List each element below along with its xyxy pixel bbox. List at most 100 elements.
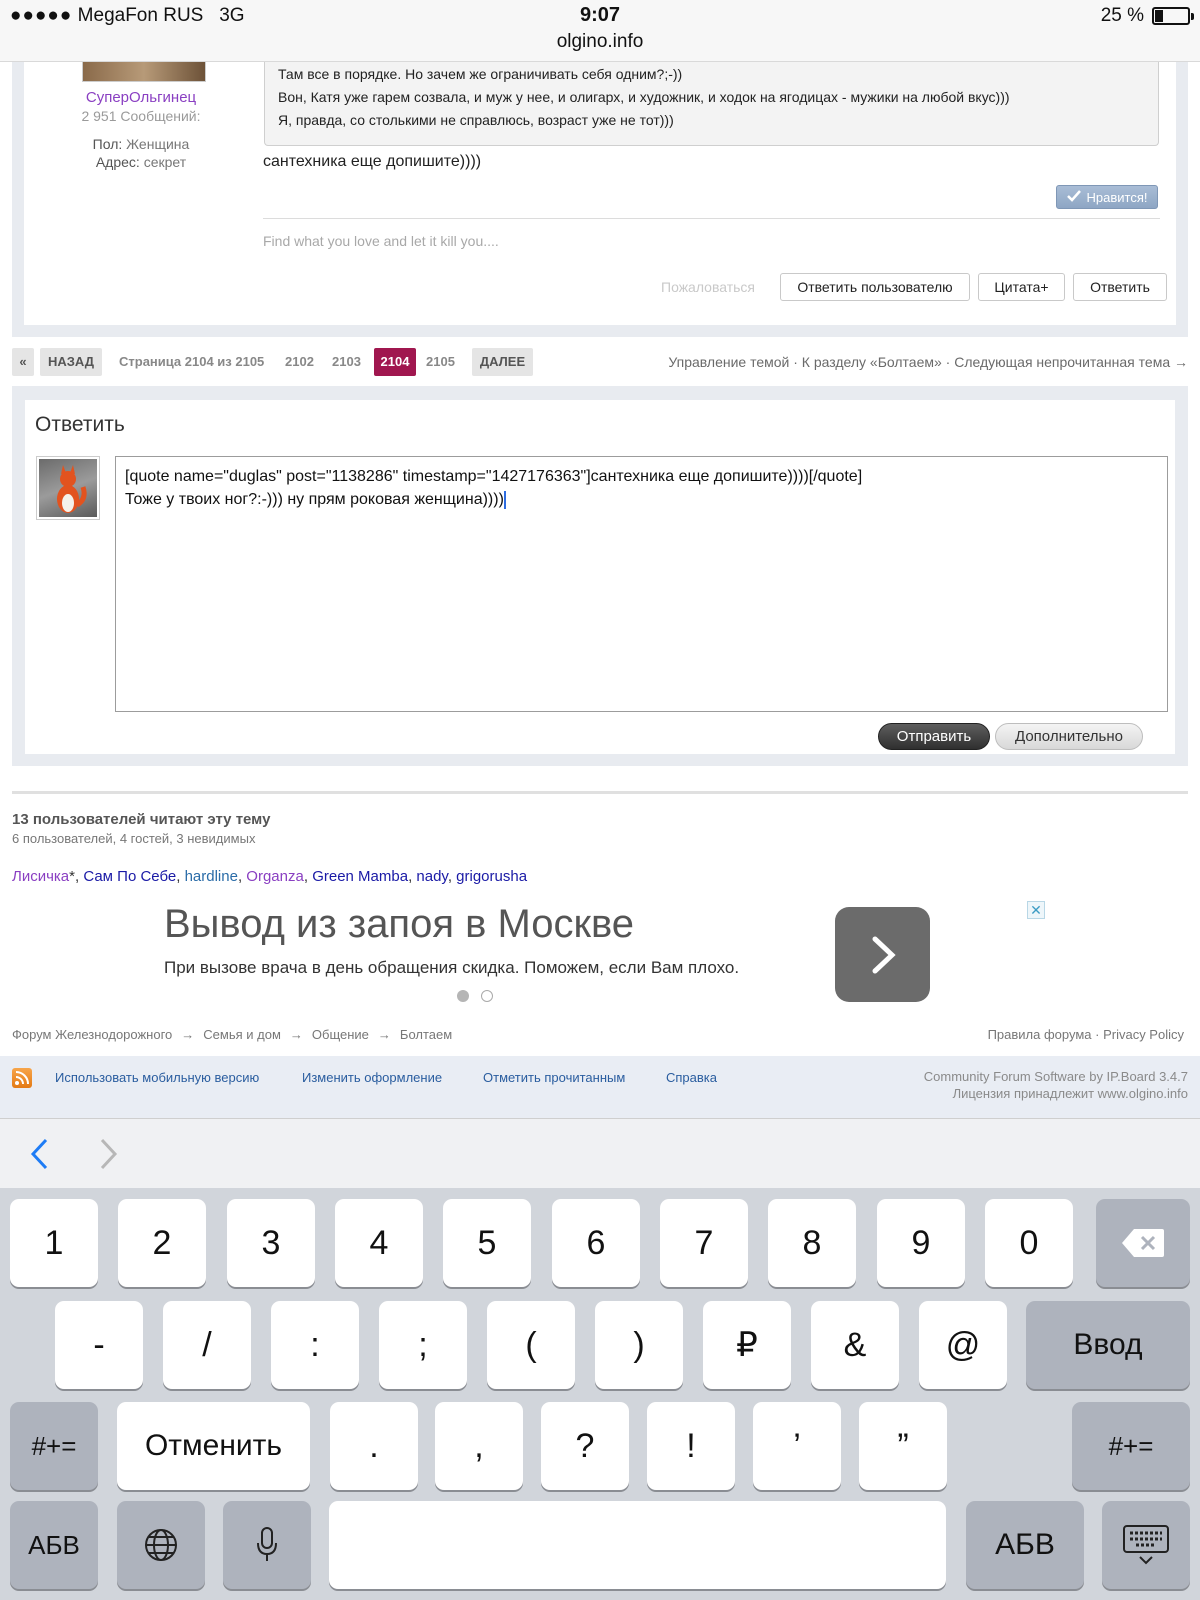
first-page-button[interactable]: « (12, 348, 34, 376)
symbols-key-left[interactable]: #+= (10, 1402, 98, 1490)
key-dash[interactable]: - (55, 1301, 143, 1389)
key-apostrophe[interactable]: ’ (753, 1402, 841, 1490)
current-page: 2104 (374, 348, 416, 376)
breadcrumb-arrow: → (181, 1027, 195, 1042)
report-link[interactable]: Пожаловаться (661, 279, 755, 295)
backspace-key[interactable] (1096, 1199, 1190, 1287)
undo-key[interactable]: Отменить (117, 1402, 310, 1490)
rss-icon[interactable] (12, 1068, 32, 1088)
key-quote[interactable]: ” (859, 1402, 947, 1490)
key-period[interactable]: . (330, 1402, 418, 1490)
help-link[interactable]: Справка (666, 1070, 717, 1085)
reader-username[interactable]: nady (416, 868, 447, 885)
microphone-key[interactable] (223, 1501, 311, 1589)
enter-key[interactable]: Ввод (1026, 1301, 1190, 1389)
reply-card: Ответить [quote name="duglas" post="1138… (25, 400, 1175, 754)
page-link[interactable]: 2105 (426, 348, 455, 376)
reply-text-line-2: Тоже у твоих ног?:-))) ну прям роковая ж… (125, 488, 1158, 511)
send-button[interactable]: Отправить (878, 723, 990, 750)
key-7[interactable]: 7 (660, 1199, 748, 1287)
key-exclamation[interactable]: ! (647, 1402, 735, 1490)
microphone-icon (257, 1527, 277, 1561)
key-close-paren[interactable]: ) (595, 1301, 683, 1389)
like-button[interactable]: Нравится! (1056, 185, 1158, 209)
more-options-button[interactable]: Дополнительно (995, 723, 1143, 750)
footer-bar: Использовать мобильную версию Изменить о… (0, 1056, 1200, 1118)
key-4[interactable]: 4 (335, 1199, 423, 1287)
section-divider (12, 791, 1188, 794)
keyboard-toolbar (0, 1118, 1200, 1188)
key-at[interactable]: @ (919, 1301, 1007, 1389)
key-question[interactable]: ? (541, 1402, 629, 1490)
key-5[interactable]: 5 (443, 1199, 531, 1287)
breadcrumb-item[interactable]: Семья и дом (203, 1027, 281, 1042)
key-ampersand[interactable]: & (811, 1301, 899, 1389)
quote-plus-button[interactable]: Цитата+ (978, 273, 1065, 301)
reader-separator: , (447, 868, 457, 885)
reply-text-line: Тоже у твоих ног?:-))) ну прям роковая ж… (125, 491, 504, 508)
reader-username[interactable]: grigorusha (456, 868, 527, 885)
author-name[interactable]: СуперОльгинец (24, 89, 258, 106)
key-1[interactable]: 1 (10, 1199, 98, 1287)
key-3[interactable]: 3 (227, 1199, 315, 1287)
breadcrumb-item[interactable]: Общение (312, 1027, 369, 1042)
page-link[interactable]: 2102 (285, 348, 314, 376)
reply-button[interactable]: Ответить (1073, 273, 1167, 301)
next-page-button[interactable]: ДАЛЕЕ (472, 348, 533, 376)
space-key[interactable] (329, 1501, 946, 1589)
breadcrumb-item[interactable]: Болтаем (400, 1027, 452, 1042)
carousel-dot[interactable] (481, 990, 493, 1002)
hide-keyboard-key[interactable] (1102, 1501, 1190, 1589)
reader-username[interactable]: Organza (246, 868, 304, 885)
key-0[interactable]: 0 (985, 1199, 1073, 1287)
page-link[interactable]: 2103 (332, 348, 361, 376)
key-semicolon[interactable]: ; (379, 1301, 467, 1389)
abc-key-right[interactable]: АБВ (966, 1501, 1084, 1589)
battery-fill (1155, 10, 1163, 22)
reply-container: Ответить [quote name="duglas" post="1138… (12, 386, 1188, 766)
key-ruble[interactable]: ₽ (703, 1301, 791, 1389)
key-slash[interactable]: / (163, 1301, 251, 1389)
carousel-dot-active[interactable] (457, 990, 469, 1002)
copyright-software: Community Forum Software by IP.Board 3.4… (923, 1069, 1188, 1084)
key-open-paren[interactable]: ( (487, 1301, 575, 1389)
symbols-key-right[interactable]: #+= (1072, 1402, 1190, 1490)
gender-label: Пол: (92, 136, 123, 152)
key-6[interactable]: 6 (552, 1199, 640, 1287)
key-9[interactable]: 9 (877, 1199, 965, 1287)
ad-arrow-button[interactable] (835, 907, 930, 1002)
key-colon[interactable]: : (271, 1301, 359, 1389)
post-container: СуперОльгинец 2 951 Сообщений: Пол: Женщ… (12, 62, 1188, 337)
reader-username[interactable]: hardline (185, 868, 238, 885)
globe-key[interactable] (117, 1501, 205, 1589)
breadcrumb-arrow: → (289, 1027, 303, 1042)
previous-field-icon[interactable] (26, 1137, 56, 1171)
mark-read-link[interactable]: Отметить прочитанным (483, 1070, 625, 1085)
key-comma[interactable]: , (435, 1402, 523, 1490)
address-bar-url[interactable]: olgino.info (0, 31, 1200, 53)
reader-separator: , (176, 868, 185, 885)
key-2[interactable]: 2 (118, 1199, 206, 1287)
forum-rules-link[interactable]: Правила форума (988, 1027, 1092, 1042)
topic-actions[interactable]: Управление темой · К разделу «Болтаем» ·… (668, 348, 1188, 376)
pagination: « НАЗАД Страница 2104 из 2105 2102 2103 … (12, 348, 1188, 376)
abc-key-left[interactable]: АБВ (10, 1501, 98, 1589)
prev-page-button[interactable]: НАЗАД (40, 348, 102, 376)
reader-username[interactable]: Green Mamba (312, 868, 408, 885)
address-value: секрет (143, 154, 187, 170)
ad-title[interactable]: Вывод из запоя в Москве (164, 902, 634, 947)
breadcrumb-item[interactable]: Форум Железнодорожного (12, 1027, 172, 1042)
footer-legal-links: Правила форума · Privacy Policy (987, 1027, 1184, 1042)
change-theme-link[interactable]: Изменить оформление (302, 1070, 442, 1085)
next-field-icon[interactable] (92, 1137, 122, 1171)
key-8[interactable]: 8 (768, 1199, 856, 1287)
reply-textarea[interactable]: [quote name="duglas" post="1138286" time… (115, 456, 1168, 712)
privacy-policy-link[interactable]: Privacy Policy (1103, 1027, 1184, 1042)
author-avatar[interactable] (82, 62, 206, 82)
reply-to-user-button[interactable]: Ответить пользователю (780, 273, 970, 301)
reader-username[interactable]: Сам По Себе (83, 868, 176, 885)
mobile-version-link[interactable]: Использовать мобильную версию (55, 1070, 259, 1085)
reader-username[interactable]: Лисичка (12, 868, 69, 885)
ad-close-icon[interactable]: ✕ (1027, 901, 1045, 919)
ad-text[interactable]: При вызове врача в день обращения скидка… (164, 958, 739, 978)
